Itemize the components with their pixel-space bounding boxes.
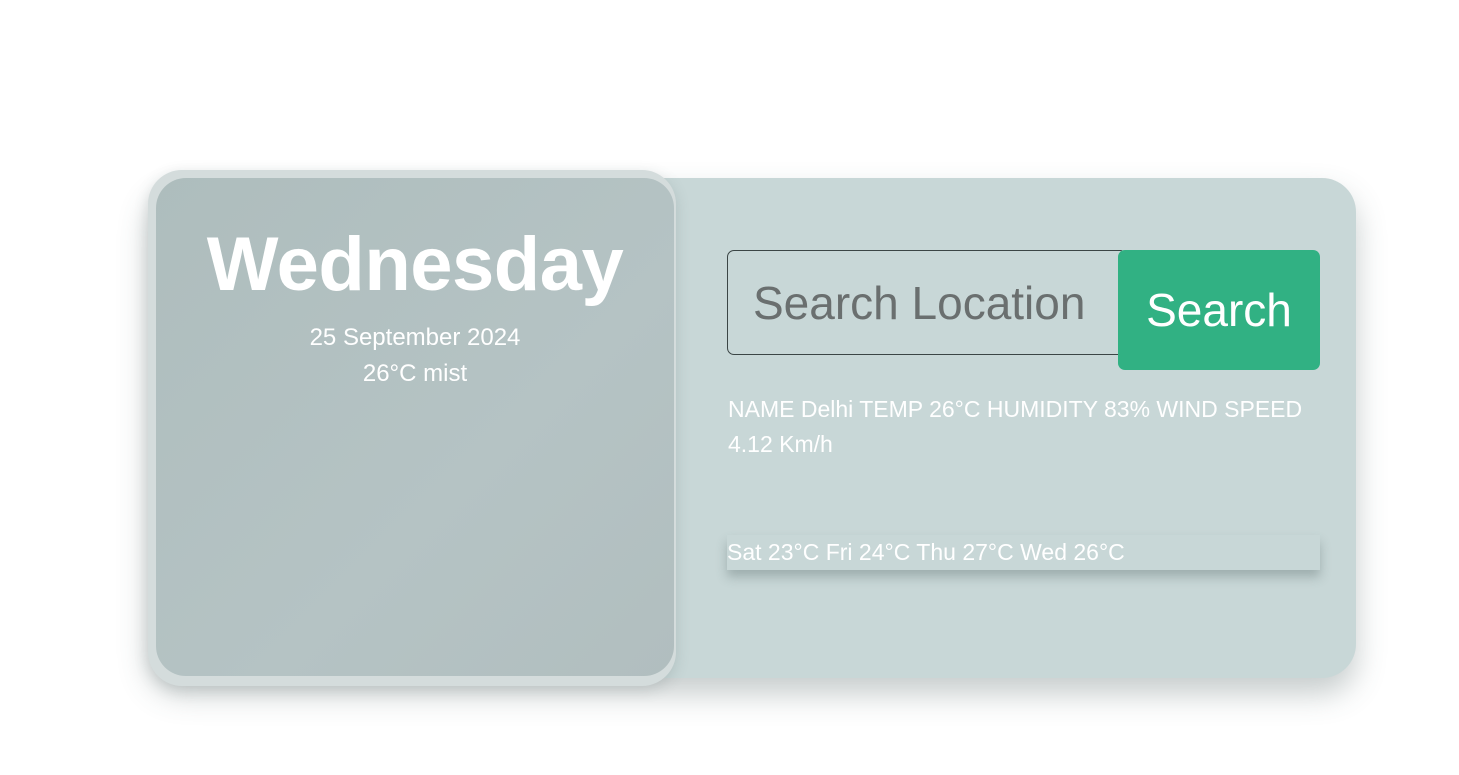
- current-date: 25 September 2024: [309, 324, 521, 351]
- search-location-input[interactable]: [727, 250, 1127, 355]
- weather-card: Wednesday 25 September 2024 26°C mist Se…: [148, 170, 1356, 686]
- current-weather-panel-inner: Wednesday 25 September 2024 26°C mist: [156, 178, 674, 676]
- current-weather-summary: 26°C mist: [362, 360, 468, 387]
- search-button[interactable]: Search: [1118, 250, 1320, 370]
- forecast-item-sat: Sat 23°C: [727, 539, 820, 565]
- current-weather-panel: Wednesday 25 September 2024 26°C mist: [148, 170, 676, 686]
- forecast-item-wed: Wed 26°C: [1020, 539, 1125, 565]
- forecast-item-fri: Fri 24°C: [825, 539, 911, 565]
- forecast-item-thu: Thu 27°C: [916, 539, 1014, 565]
- weather-details: NAME Delhi TEMP 26°C HUMIDITY 83% WIND S…: [728, 396, 1303, 457]
- weather-page: Wednesday 25 September 2024 26°C mist Se…: [0, 0, 1459, 775]
- current-day-title: Wednesday: [206, 222, 624, 307]
- forecast-strip: Sat 23°C Fri 24°C Thu 27°C Wed 26°C: [727, 535, 1320, 570]
